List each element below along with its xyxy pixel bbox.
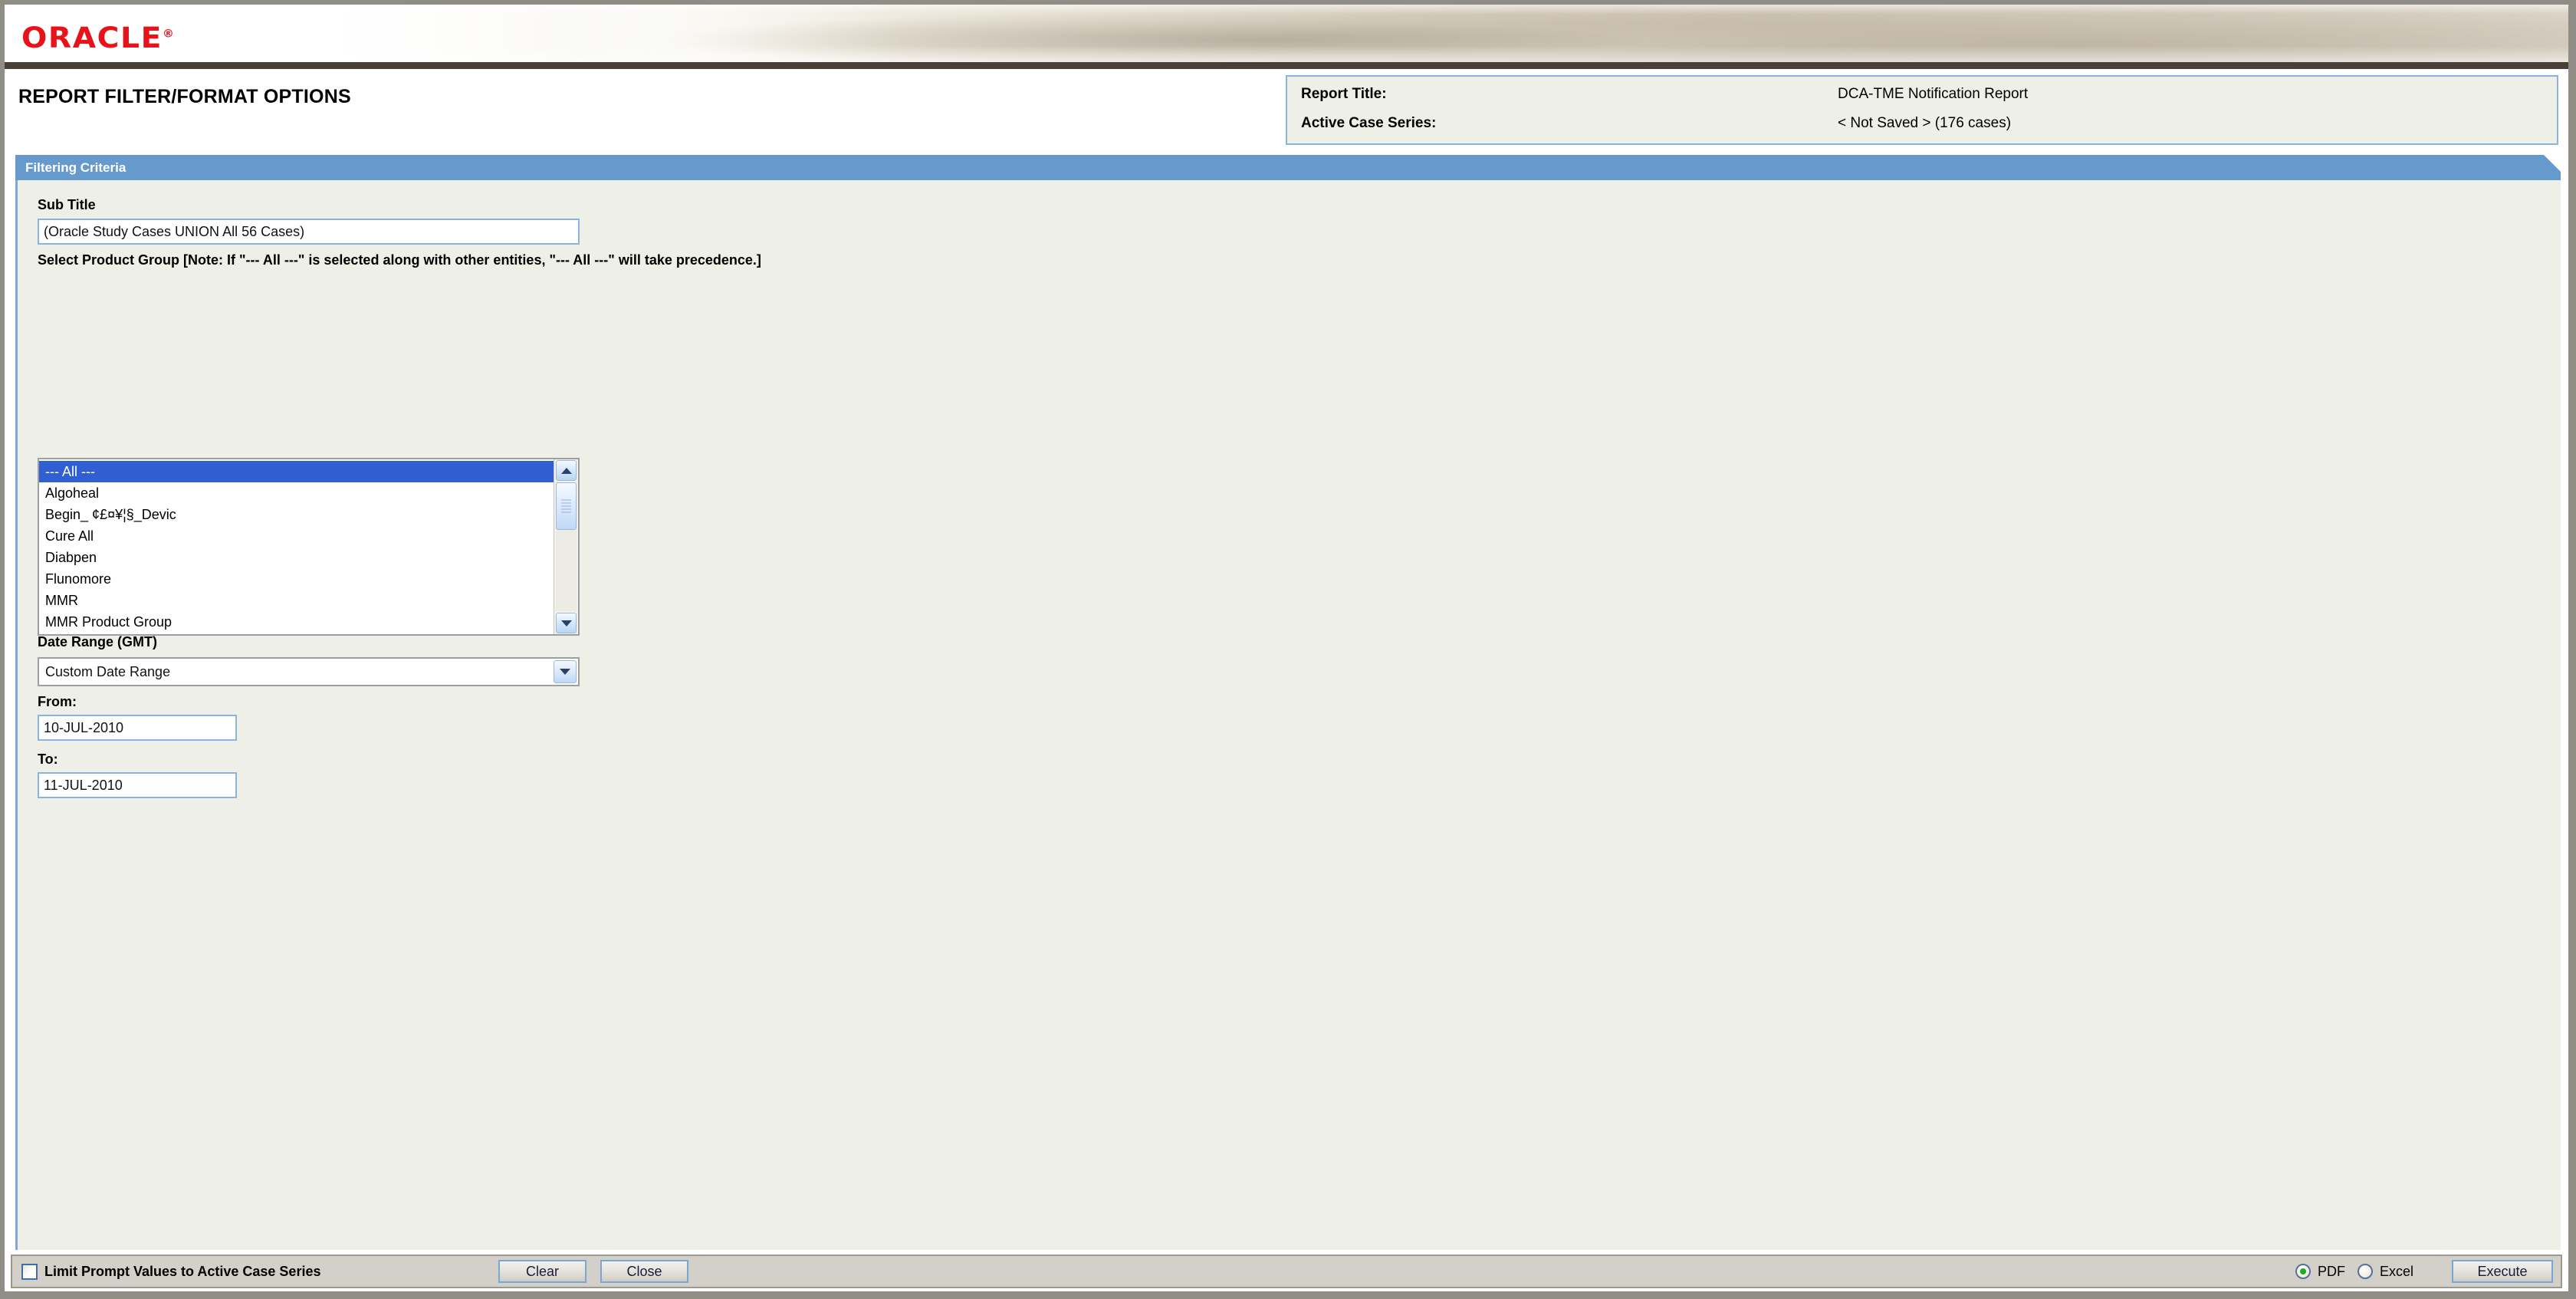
scrollbar-thumb[interactable] xyxy=(556,482,577,530)
list-item[interactable]: Flunomore xyxy=(39,568,554,590)
limit-prompt-checkbox[interactable] xyxy=(21,1263,38,1280)
list-item[interactable]: --- All --- xyxy=(39,461,554,482)
limit-prompt-group[interactable]: Limit Prompt Values to Active Case Serie… xyxy=(21,1263,321,1280)
excel-radio[interactable] xyxy=(2357,1264,2373,1279)
product-group-options: --- All --- Algoheal Begin_ ¢£¤¥¦§_Devic… xyxy=(39,459,554,634)
date-range-selected-value: Custom Date Range xyxy=(45,663,171,679)
output-format-group: PDF Excel Execute xyxy=(2295,1260,2553,1283)
list-item[interactable]: MMR xyxy=(39,590,554,611)
to-date-label: To: xyxy=(38,751,58,767)
format-pdf-option[interactable]: PDF xyxy=(2295,1264,2345,1280)
radio-selected-dot-icon xyxy=(2299,1268,2306,1274)
banner-swoosh-graphic xyxy=(311,5,2568,62)
oracle-banner: ORACLE® xyxy=(5,5,2568,69)
report-title-label: Report Title: xyxy=(1301,86,1387,102)
toolbar-button-group: Clear Close xyxy=(498,1260,688,1283)
bottom-toolbar: Limit Prompt Values to Active Case Serie… xyxy=(11,1255,2562,1288)
from-date-label: From: xyxy=(38,694,77,709)
chevron-down-icon[interactable] xyxy=(554,660,577,683)
filter-form-panel: Sub Title Select Product Group [Note: If… xyxy=(15,180,2561,1250)
sub-title-input[interactable] xyxy=(38,219,580,245)
close-button[interactable]: Close xyxy=(600,1260,688,1283)
oracle-logo-text: ORACLE xyxy=(21,21,163,54)
to-date-input[interactable] xyxy=(38,772,237,798)
clear-button[interactable]: Clear xyxy=(498,1260,586,1283)
oracle-logo: ORACLE® xyxy=(21,21,174,54)
listbox-scrollbar[interactable] xyxy=(554,459,578,634)
sub-title-label: Sub Title xyxy=(38,197,96,212)
excel-label: Excel xyxy=(2379,1263,2413,1279)
limit-prompt-label: Limit Prompt Values to Active Case Serie… xyxy=(44,1263,321,1279)
pdf-radio[interactable] xyxy=(2295,1264,2311,1279)
list-item[interactable]: Cure All xyxy=(39,525,554,547)
report-title-value: DCA-TME Notification Report xyxy=(1838,86,2029,102)
active-case-series-value: < Not Saved > (176 cases) xyxy=(1838,115,2012,131)
oracle-logo-trademark-icon: ® xyxy=(163,28,174,41)
header-strip: REPORT FILTER/FORMAT OPTIONS Report Titl… xyxy=(5,69,2568,155)
scroll-up-arrow-icon[interactable] xyxy=(556,460,577,481)
pdf-label: PDF xyxy=(2317,1263,2345,1279)
application-window: ORACLE® REPORT FILTER/FORMAT OPTIONS Rep… xyxy=(0,0,2576,1299)
date-range-select[interactable]: Custom Date Range xyxy=(38,657,580,686)
from-date-input[interactable] xyxy=(38,715,237,741)
product-group-label: Select Product Group [Note: If "--- All … xyxy=(38,252,761,268)
report-info-box: Report Title: DCA-TME Notification Repor… xyxy=(1286,75,2558,145)
list-item[interactable]: Diabpen xyxy=(39,547,554,568)
product-group-listbox[interactable]: --- All --- Algoheal Begin_ ¢£¤¥¦§_Devic… xyxy=(38,458,580,636)
execute-button[interactable]: Execute xyxy=(2452,1260,2553,1283)
filtering-criteria-bar: Filtering Criteria xyxy=(15,155,2561,180)
list-item[interactable]: Begin_ ¢£¤¥¦§_Devic xyxy=(39,504,554,525)
filtering-criteria-label: Filtering Criteria xyxy=(25,160,127,175)
page-title: REPORT FILTER/FORMAT OPTIONS xyxy=(18,86,351,107)
scroll-down-arrow-icon[interactable] xyxy=(556,613,577,633)
scrollbar-grip-icon xyxy=(561,499,571,513)
date-range-label: Date Range (GMT) xyxy=(38,634,158,650)
section-bar-wrapper: Filtering Criteria xyxy=(5,155,2568,180)
list-item[interactable]: MMR Product Group xyxy=(39,611,554,633)
list-item[interactable]: Algoheal xyxy=(39,482,554,504)
format-excel-option[interactable]: Excel xyxy=(2357,1263,2413,1280)
active-case-series-label: Active Case Series: xyxy=(1301,115,1437,131)
